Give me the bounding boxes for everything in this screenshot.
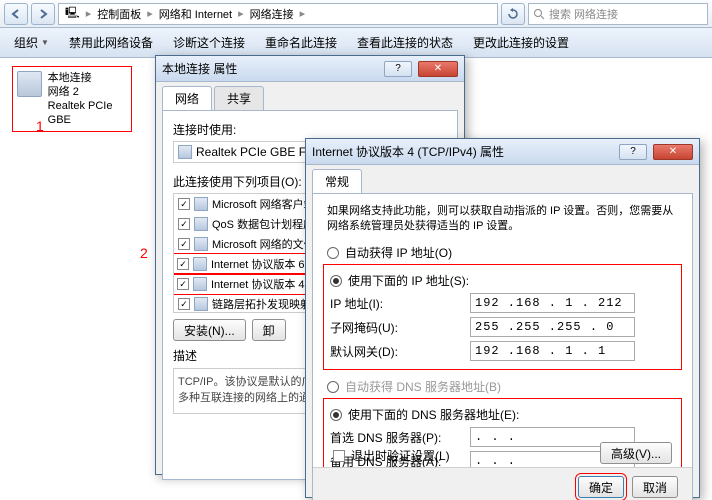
advanced-button[interactable]: 高级(V)... (600, 442, 672, 464)
refresh-button[interactable] (501, 3, 525, 25)
crumb-network-internet[interactable]: 网络和 Internet (155, 6, 236, 22)
adapter-device: Realtek PCIe GBE (48, 99, 127, 127)
radio-auto-dns: 自动获得 DNS 服务器地址(B) (327, 378, 678, 395)
ipv4-note: 如果网络支持此功能，则可以获取自动指派的 IP 设置。否则，您需要从网络系统管理… (327, 204, 678, 234)
adapter-item[interactable]: 本地连接 网络 2 Realtek PCIe GBE (12, 66, 132, 132)
change-settings-button[interactable]: 更改此连接的设置 (465, 30, 577, 55)
dlg2-help-button[interactable]: ? (619, 144, 647, 160)
nav-back-button[interactable] (4, 3, 28, 25)
adapter-network: 网络 2 (48, 85, 127, 99)
ok-button[interactable]: 确定 (578, 476, 624, 498)
rename-button[interactable]: 重命名此连接 (257, 30, 345, 55)
cancel-button[interactable]: 取消 (632, 476, 678, 498)
organize-button[interactable]: 组织▼ (6, 30, 57, 55)
manual-ip-group: 使用下面的 IP 地址(S): IP 地址(I):192 .168 . 1 . … (323, 264, 682, 370)
dlg1-tab-network[interactable]: 网络 (162, 86, 212, 110)
search-icon (533, 8, 545, 20)
radio-use-ip[interactable]: 使用下面的 IP 地址(S): (330, 272, 675, 289)
radio-use-dns[interactable]: 使用下面的 DNS 服务器地址(E): (330, 406, 675, 423)
nav-forward-button[interactable] (31, 3, 55, 25)
search-input[interactable]: 搜索 网络连接 (528, 3, 708, 25)
dlg2-tab-general[interactable]: 常规 (312, 169, 362, 193)
address-bar: 🖳▸ 控制面板▸ 网络和 Internet▸ 网络连接▸ 搜索 网络连接 (0, 0, 712, 28)
command-bar: 组织▼ 禁用此网络设备 诊断这个连接 重命名此连接 查看此连接的状态 更改此连接… (0, 28, 712, 58)
dlg1-close-button[interactable]: ✕ (418, 61, 458, 77)
dlg1-title: 本地连接 属性 (162, 60, 237, 77)
subnet-mask-input[interactable]: 255 .255 .255 . 0 (470, 317, 635, 337)
diagnose-button[interactable]: 诊断这个连接 (165, 30, 253, 55)
dlg1-tab-sharing[interactable]: 共享 (214, 86, 264, 110)
connect-using-label: 连接时使用: (173, 121, 447, 138)
callout-2: 2 (140, 245, 148, 261)
adapter-icon (17, 71, 42, 97)
validate-on-exit-checkbox[interactable]: 退出时验证设置(L) (333, 447, 450, 464)
dlg2-titlebar[interactable]: Internet 协议版本 4 (TCP/IPv4) 属性 ? ✕ (306, 139, 699, 165)
gateway-input[interactable]: 192 .168 . 1 . 1 (470, 341, 635, 361)
callout-1: 1 (36, 118, 44, 134)
dlg2-close-button[interactable]: ✕ (653, 144, 693, 160)
breadcrumb[interactable]: 🖳▸ 控制面板▸ 网络和 Internet▸ 网络连接▸ (58, 3, 498, 25)
crumb-control-panel[interactable]: 控制面板 (93, 6, 145, 22)
dlg1-help-button[interactable]: ? (384, 61, 412, 77)
ip-address-input[interactable]: 192 .168 . 1 . 212 (470, 293, 635, 313)
view-status-button[interactable]: 查看此连接的状态 (349, 30, 461, 55)
crumb-network-connections[interactable]: 网络连接 (246, 6, 298, 22)
radio-auto-ip[interactable]: 自动获得 IP 地址(O) (327, 244, 678, 261)
dlg2-title: Internet 协议版本 4 (TCP/IPv4) 属性 (312, 143, 504, 160)
uninstall-button[interactable]: 卸 (252, 319, 286, 341)
adapter-name: 本地连接 (48, 71, 127, 85)
install-button[interactable]: 安装(N)... (173, 319, 246, 341)
disable-device-button[interactable]: 禁用此网络设备 (61, 30, 161, 55)
ipv4-properties-dialog: Internet 协议版本 4 (TCP/IPv4) 属性 ? ✕ 常规 如果网… (305, 138, 700, 498)
nic-icon (178, 145, 192, 159)
dlg1-titlebar[interactable]: 本地连接 属性 ? ✕ (156, 56, 464, 82)
